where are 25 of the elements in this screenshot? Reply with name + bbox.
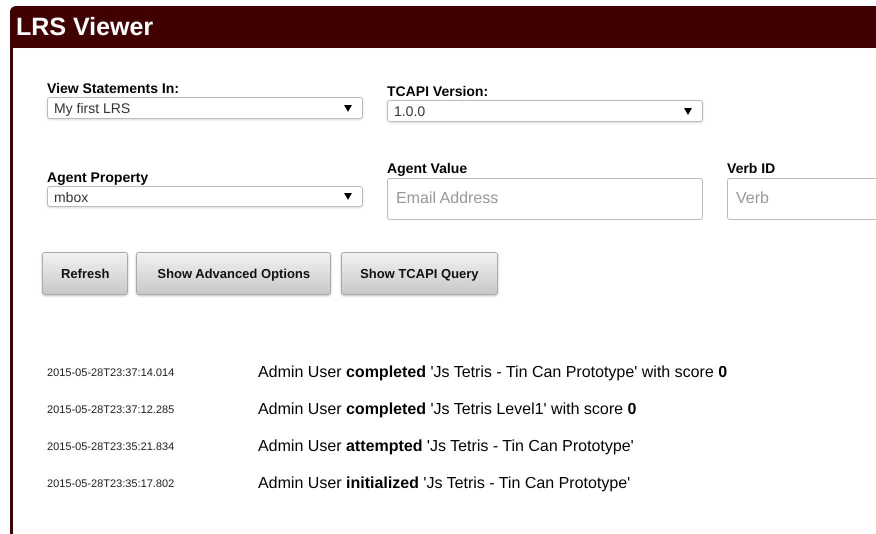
action-button[interactable]: Show Advanced Options: [136, 252, 332, 295]
statement-timestamp: 2015-05-28T23:37:14.014: [47, 367, 176, 379]
app-title: LRS Viewer: [16, 12, 154, 42]
statement-text: Admin User completed 'Js Tetris - Tin Can Prototype' with score 0: [258, 364, 728, 382]
verb-field[interactable]: Verb: [727, 178, 876, 220]
field-label: TCAPI Version:: [387, 83, 490, 99]
field-label: Agent Value: [387, 160, 468, 176]
field-label: Verb ID: [727, 160, 776, 176]
action-button[interactable]: Show TCAPI Query: [341, 252, 498, 295]
statement-text: Admin User initialized 'Js Tetris - Tin Can Prototype': [258, 475, 630, 493]
action-button[interactable]: Refresh: [42, 252, 128, 295]
caret-icon: [684, 108, 692, 114]
version-select[interactable]: 1.0.0: [387, 100, 703, 122]
statement-text: Admin User attempted 'Js Tetris - Tin Can Prototype': [258, 438, 634, 456]
statement-timestamp: 2015-05-28T23:37:12.285: [47, 404, 176, 416]
statement-timestamp: 2015-05-28T23:35:17.802: [47, 478, 176, 490]
agent-value-field[interactable]: Email Address: [387, 178, 703, 220]
agent-property-select[interactable]: mbox: [47, 186, 363, 207]
field-label: Agent Property: [47, 169, 150, 185]
caret-icon: [344, 193, 352, 200]
caret-icon: [344, 104, 352, 112]
statement-timestamp: 2015-05-28T23:35:21.834: [47, 441, 176, 453]
lrs-select[interactable]: My first LRS: [47, 97, 363, 119]
field-label: View Statements In:: [47, 80, 180, 96]
statement-text: Admin User completed 'Js Tetris Level1' with score 0: [258, 401, 636, 419]
